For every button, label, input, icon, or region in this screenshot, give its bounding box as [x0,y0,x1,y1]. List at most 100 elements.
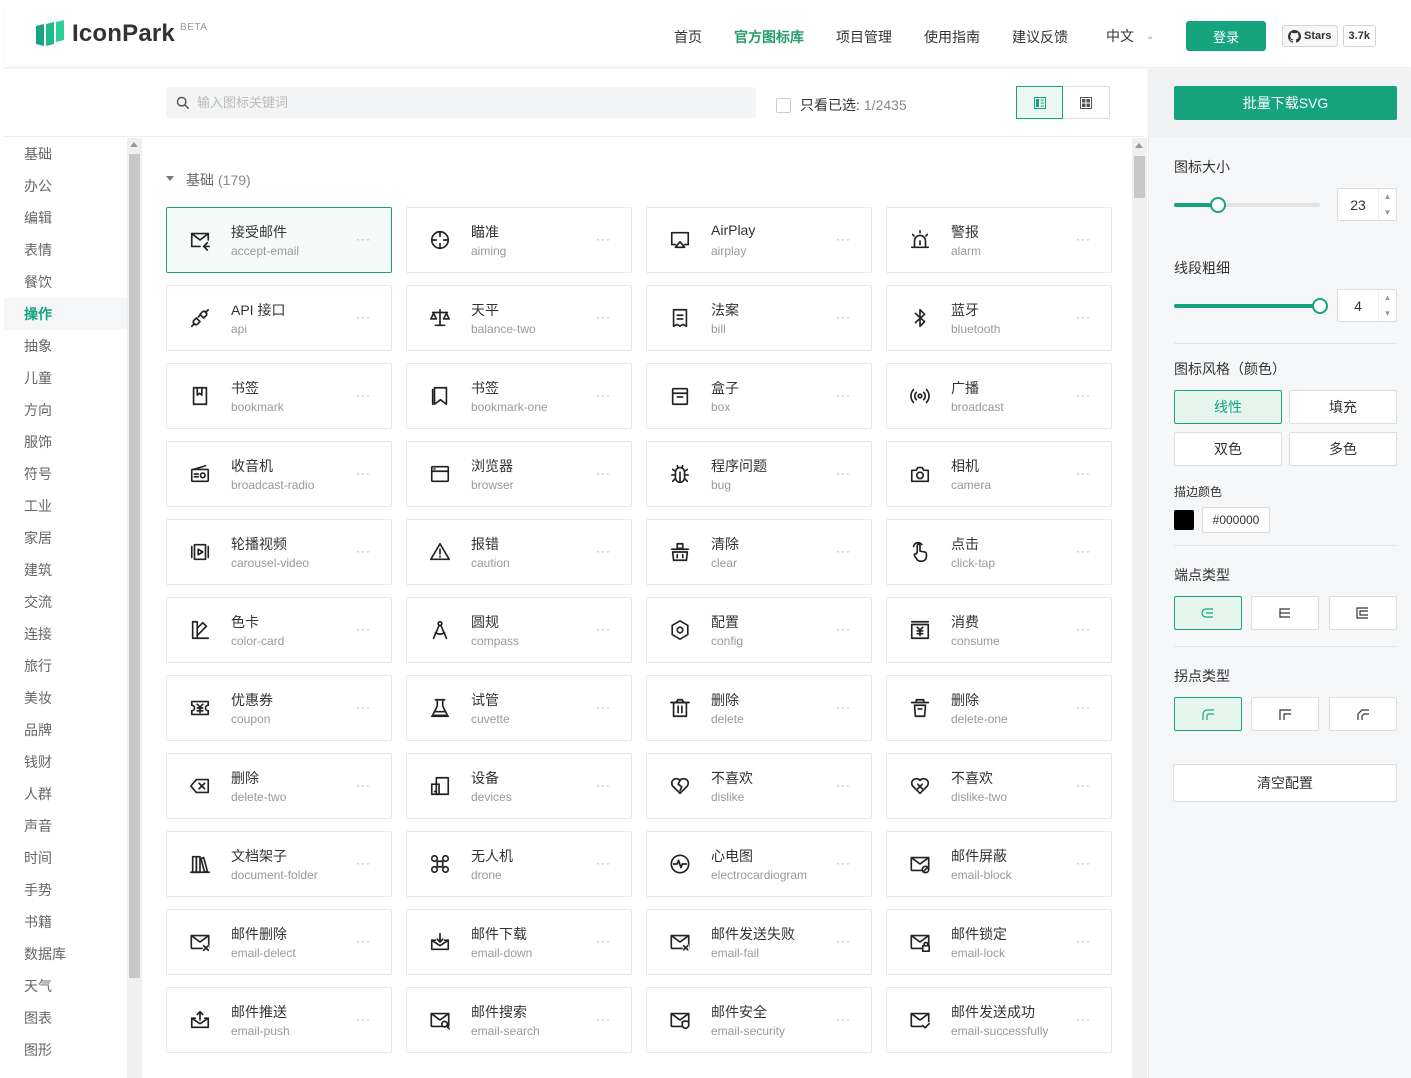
search-box[interactable] [166,87,756,118]
more-options-icon[interactable]: ··· [1076,856,1091,870]
more-options-icon[interactable]: ··· [356,466,371,480]
icon-card[interactable]: 天平 balance-two ··· [406,285,632,351]
logo[interactable]: IconPark BETA [36,20,207,48]
more-options-icon[interactable]: ··· [356,388,371,402]
sidebar-item-14[interactable]: 交流 [4,586,127,618]
more-options-icon[interactable]: ··· [356,1012,371,1026]
size-slider-handle[interactable] [1209,197,1226,213]
size-input[interactable]: 23 ▲ ▼ [1337,188,1397,221]
more-options-icon[interactable]: ··· [1076,778,1091,792]
more-options-icon[interactable]: ··· [596,310,611,324]
login-button[interactable]: 登录 [1186,21,1266,51]
icon-card[interactable]: 邮件推送 email-push ··· [166,987,392,1053]
style-option-2[interactable]: 双色 [1174,432,1282,466]
sidebar-item-24[interactable]: 书籍 [4,906,127,938]
more-options-icon[interactable]: ··· [596,232,611,246]
more-options-icon[interactable]: ··· [596,1012,611,1026]
github-star-button[interactable]: Stars [1282,25,1338,47]
icon-card[interactable]: 删除 delete ··· [646,675,872,741]
icon-card[interactable]: 邮件下载 email-down ··· [406,909,632,975]
join-round-option[interactable] [1174,697,1242,731]
sidebar-item-6[interactable]: 抽象 [4,330,127,362]
icon-card[interactable]: 试管 cuvette ··· [406,675,632,741]
sidebar-item-19[interactable]: 钱财 [4,746,127,778]
nav-item-3[interactable]: 使用指南 [924,26,980,48]
more-options-icon[interactable]: ··· [1076,1012,1091,1026]
more-options-icon[interactable]: ··· [836,310,851,324]
icon-card[interactable]: 优惠券 coupon ··· [166,675,392,741]
more-options-icon[interactable]: ··· [356,544,371,558]
icon-card[interactable]: 邮件搜索 email-search ··· [406,987,632,1053]
sidebar-item-3[interactable]: 表情 [4,234,127,266]
sidebar-item-28[interactable]: 图形 [4,1034,127,1066]
only-selected-toggle[interactable]: 只看已选: 1/2435 [776,95,907,115]
more-options-icon[interactable]: ··· [356,934,371,948]
sidebar-item-23[interactable]: 手势 [4,874,127,906]
more-options-icon[interactable]: ··· [596,388,611,402]
detail-view-button[interactable] [1016,86,1063,119]
icon-card[interactable]: 邮件安全 email-security ··· [646,987,872,1053]
sidebar-item-11[interactable]: 工业 [4,490,127,522]
icon-card[interactable]: 设备 devices ··· [406,753,632,819]
nav-item-1[interactable]: 官方图标库 [734,26,804,48]
icon-card[interactable]: 浏览器 browser ··· [406,441,632,507]
nav-item-4[interactable]: 建议反馈 [1012,26,1068,48]
icon-card[interactable]: 邮件发送失败 email-fail ··· [646,909,872,975]
sidebar-item-10[interactable]: 符号 [4,458,127,490]
stroke-slider-handle[interactable] [1312,298,1328,314]
icon-card[interactable]: 警报 alarm ··· [886,207,1112,273]
icon-card[interactable]: 不喜欢 dislike-two ··· [886,753,1112,819]
more-options-icon[interactable]: ··· [1076,232,1091,246]
more-options-icon[interactable]: ··· [1076,310,1091,324]
cap-round-option[interactable] [1174,596,1242,630]
scroll-up-icon[interactable] [130,142,138,147]
more-options-icon[interactable]: ··· [596,934,611,948]
join-miter-option[interactable] [1251,697,1319,731]
icon-card[interactable]: 轮播视频 carousel-video ··· [166,519,392,585]
sidebar-item-25[interactable]: 数据库 [4,938,127,970]
icon-card[interactable]: 配置 config ··· [646,597,872,663]
stroke-slider[interactable] [1174,298,1328,314]
more-options-icon[interactable]: ··· [596,622,611,636]
cap-butt-option[interactable] [1251,596,1319,630]
icon-card[interactable]: 不喜欢 dislike ··· [646,753,872,819]
more-options-icon[interactable]: ··· [596,856,611,870]
more-options-icon[interactable]: ··· [356,856,371,870]
search-input[interactable] [197,95,737,110]
style-option-3[interactable]: 多色 [1289,432,1397,466]
size-stepper[interactable]: ▲ ▼ [1378,189,1396,220]
chevron-up-icon[interactable]: ▲ [1384,192,1392,201]
style-option-1[interactable]: 填充 [1289,390,1397,424]
icon-card[interactable]: API 接口 api ··· [166,285,392,351]
sidebar-item-18[interactable]: 品牌 [4,714,127,746]
more-options-icon[interactable]: ··· [596,466,611,480]
download-svg-button[interactable]: 批量下载SVG [1174,86,1397,120]
icon-card[interactable]: 删除 delete-one ··· [886,675,1112,741]
github-stars[interactable]: Stars 3.7k [1282,25,1376,47]
more-options-icon[interactable]: ··· [1076,934,1091,948]
stroke-color-swatch[interactable] [1174,510,1194,530]
sidebar-item-15[interactable]: 连接 [4,618,127,650]
clear-config-button[interactable]: 清空配置 [1173,764,1397,802]
icon-card[interactable]: 收音机 broadcast-radio ··· [166,441,392,507]
main-scroll-thumb[interactable] [1134,156,1145,198]
icon-card[interactable]: AirPlay airplay ··· [646,207,872,273]
icon-card[interactable]: 相机 camera ··· [886,441,1112,507]
icon-card[interactable]: 邮件删除 email-delect ··· [166,909,392,975]
language-select[interactable]: 中文 ⌄ [1106,26,1154,46]
icon-card[interactable]: 瞄准 aiming ··· [406,207,632,273]
sidebar-item-2[interactable]: 编辑 [4,202,127,234]
more-options-icon[interactable]: ··· [1076,700,1091,714]
more-options-icon[interactable]: ··· [836,778,851,792]
icon-card[interactable]: 无人机 drone ··· [406,831,632,897]
icon-card[interactable]: 邮件锁定 email-lock ··· [886,909,1112,975]
sidebar-item-17[interactable]: 美妆 [4,682,127,714]
icon-card[interactable]: 文档架子 document-folder ··· [166,831,392,897]
icon-card[interactable]: 邮件发送成功 email-successfully ··· [886,987,1112,1053]
sidebar-item-20[interactable]: 人群 [4,778,127,810]
icon-card[interactable]: 点击 click-tap ··· [886,519,1112,585]
icon-card[interactable]: 程序问题 bug ··· [646,441,872,507]
more-options-icon[interactable]: ··· [356,778,371,792]
stroke-color-input[interactable]: #000000 [1202,507,1270,533]
sidebar-item-9[interactable]: 服饰 [4,426,127,458]
